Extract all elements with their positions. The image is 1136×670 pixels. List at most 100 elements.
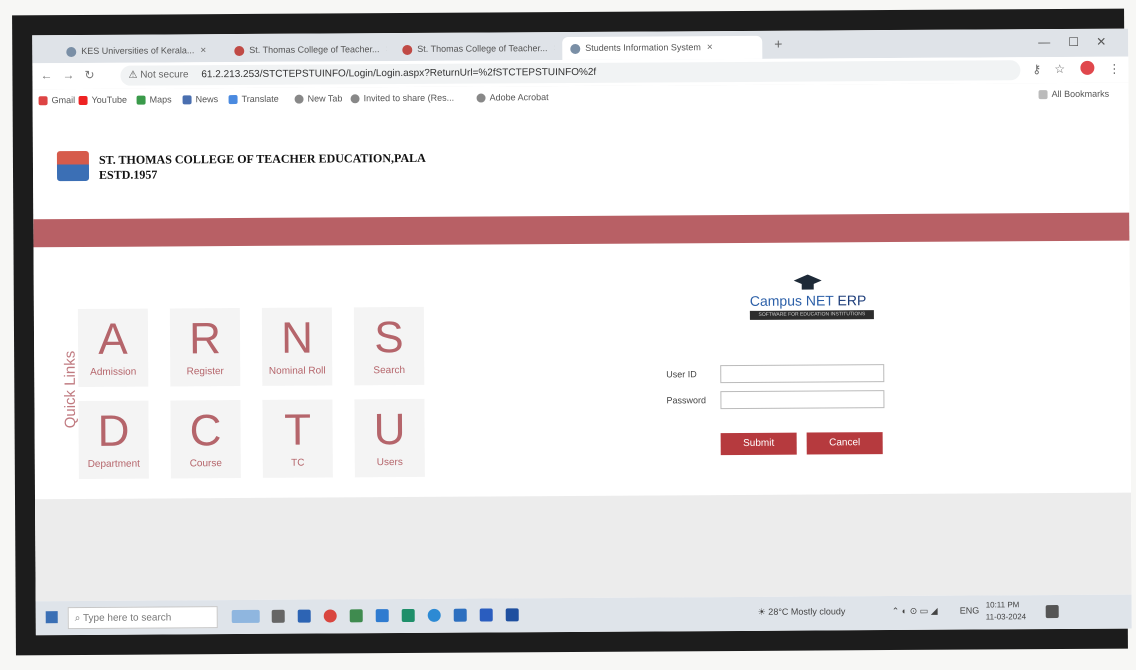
folder-icon — [1038, 90, 1048, 100]
chrome-icon[interactable] — [323, 609, 337, 623]
browser-tab[interactable]: St. Thomas College of Teacher... × — [226, 38, 386, 62]
bookmark-label: Maps — [149, 94, 172, 105]
app-icon[interactable] — [453, 608, 467, 622]
translate-icon — [228, 95, 238, 105]
bookmark-label: Adobe Acrobat — [489, 92, 549, 103]
bookmark-translate[interactable]: Translate — [228, 88, 279, 110]
app-icon[interactable] — [349, 609, 363, 623]
task-view-icon[interactable] — [271, 609, 285, 623]
app-icon[interactable] — [401, 608, 415, 623]
all-bookmarks[interactable]: All Bookmarks — [1038, 83, 1109, 105]
close-icon[interactable]: × — [553, 43, 554, 54]
quick-link-tc[interactable]: T TC — [262, 399, 333, 478]
notification-icon[interactable] — [1045, 605, 1059, 619]
close-icon[interactable]: × — [707, 42, 713, 53]
tile-letter: A — [98, 314, 128, 364]
edge-icon[interactable] — [427, 608, 441, 622]
tile-letter: N — [280, 313, 314, 363]
cancel-button[interactable]: Cancel — [806, 432, 883, 455]
tray-icons[interactable]: ⌃ ◐ ⊙ ▭ ◢ — [892, 606, 938, 617]
weather-icon: ☀ — [757, 606, 769, 617]
tile-letter: D — [97, 406, 130, 456]
bookmark-label: All Bookmarks — [1051, 88, 1110, 100]
bookmark-label: Invited to share (Res... — [363, 92, 455, 104]
menu-icon[interactable]: ⋮ — [1108, 62, 1120, 76]
weather-widget[interactable]: ☀ 28°C Mostly cloudy — [758, 606, 846, 618]
tab-favicon-icon — [66, 46, 77, 57]
reload-icon[interactable]: ↻ — [84, 68, 94, 82]
submit-button[interactable]: Submit — [720, 432, 797, 456]
password-input[interactable] — [720, 390, 885, 410]
quick-link-admission[interactable]: A Admission — [77, 308, 149, 388]
bookmark-maps[interactable]: Maps — [136, 88, 172, 110]
store-icon[interactable] — [375, 609, 389, 623]
word-icon[interactable] — [479, 608, 493, 622]
bookmark-label: YouTube — [91, 94, 127, 105]
key-icon[interactable]: ⚷ — [1032, 62, 1041, 76]
tab-favicon-icon — [402, 44, 413, 55]
bookmark-label: Gmail — [51, 95, 76, 106]
forward-icon[interactable]: → — [62, 68, 74, 82]
tab-favicon-icon — [570, 43, 581, 54]
window-close-icon[interactable]: ✕ — [1096, 35, 1106, 49]
bookmark-label: News — [195, 94, 219, 105]
quick-link-search[interactable]: S Search — [353, 306, 425, 386]
quick-link-department[interactable]: D Department — [78, 400, 149, 480]
graduation-cap-icon — [793, 274, 822, 290]
tile-label: Course — [189, 458, 222, 470]
bookmark-news[interactable]: News — [182, 88, 219, 110]
gmail-icon — [38, 96, 48, 106]
tab-label: St. Thomas College of Teacher... — [417, 43, 548, 54]
bookmark-acrobat[interactable]: Adobe Acrobat — [476, 86, 549, 108]
warning-icon: ⚠ — [128, 69, 138, 81]
taskbar-search[interactable]: ⌕ Type here to search — [67, 606, 218, 630]
close-icon[interactable]: × — [385, 44, 386, 55]
browser-tab-active[interactable]: Students Information System × — [562, 35, 763, 61]
college-logo — [56, 150, 90, 182]
star-icon[interactable]: ☆ — [1054, 62, 1065, 76]
browser-tab[interactable]: St. Thomas College of Teacher... × — [394, 37, 554, 61]
user-id-label: User ID — [666, 369, 697, 380]
close-icon[interactable]: × — [200, 45, 206, 56]
quick-link-register[interactable]: R Register — [169, 308, 241, 387]
bookmark-invited[interactable]: Invited to share (Res... — [350, 87, 455, 110]
language-indicator[interactable]: ENG — [960, 606, 980, 616]
web-page: ST. THOMAS COLLEGE OF TEACHER EDUCATION,… — [32, 104, 1132, 602]
widgets-icon[interactable] — [231, 609, 260, 624]
erp-brand-main: Campus NET — [749, 292, 834, 309]
bookmark-label: New Tab — [307, 93, 343, 104]
quick-link-users[interactable]: U Users — [354, 398, 425, 478]
password-label: Password — [666, 395, 706, 406]
address-bar[interactable]: ⚠ Not secure 61.2.213.253/STCTEPSTUINFO/… — [120, 60, 1021, 86]
tab-label: KES Universities of Kerala... — [81, 45, 195, 56]
youtube-icon — [78, 96, 88, 106]
app-icon[interactable] — [297, 609, 311, 623]
news-icon — [182, 95, 192, 105]
tile-label: Search — [373, 365, 406, 377]
tile-letter: C — [189, 406, 222, 456]
college-header: ST. THOMAS COLLEGE OF TEACHER EDUCATION,… — [99, 151, 426, 183]
profile-avatar[interactable] — [1080, 60, 1095, 75]
search-placeholder: Type here to search — [82, 612, 172, 624]
windows-start-icon[interactable] — [45, 611, 58, 624]
bookmark-new-tab[interactable]: New Tab — [294, 87, 343, 109]
back-icon[interactable]: ← — [40, 68, 52, 82]
maximize-icon[interactable]: ☐ — [1068, 35, 1079, 49]
tile-letter: U — [373, 405, 406, 455]
erp-brand-suffix: ERP — [837, 292, 867, 309]
user-id-input[interactable] — [720, 364, 885, 384]
browser-tab[interactable]: KES Universities of Kerala... × — [58, 39, 218, 63]
clock[interactable]: 10:11 PM 11-03-2024 — [986, 599, 1026, 623]
new-tab-icon[interactable]: + — [774, 36, 782, 52]
minimize-icon[interactable]: — — [1038, 35, 1050, 49]
bookmark-youtube[interactable]: YouTube — [78, 89, 128, 111]
globe-icon — [350, 94, 360, 104]
erp-tagline: SOFTWARE FOR EDUCATION INSTITUTIONS — [749, 310, 874, 320]
app-icon[interactable] — [505, 608, 519, 622]
quick-link-course[interactable]: C Course — [170, 400, 241, 479]
not-secure-label: Not secure — [140, 69, 189, 81]
url-text: 61.2.213.253/STCTEPSTUINFO/Login/Login.a… — [201, 66, 597, 81]
bookmark-gmail[interactable]: Gmail — [38, 89, 76, 111]
quick-link-nominal-roll[interactable]: N Nominal Roll — [261, 307, 333, 386]
clock-date: 11-03-2024 — [985, 612, 1027, 622]
